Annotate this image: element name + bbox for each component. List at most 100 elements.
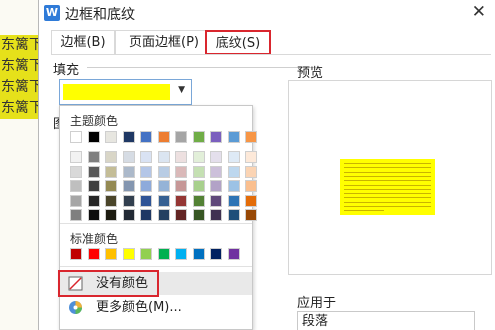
popup-divider	[60, 223, 252, 224]
theme-shade-swatch[interactable]	[157, 151, 170, 163]
theme-shade-swatch[interactable]	[140, 165, 152, 178]
theme-shade-swatch[interactable]	[245, 209, 257, 221]
theme-color-swatch[interactable]	[175, 131, 187, 143]
theme-shade-swatch[interactable]	[122, 209, 135, 221]
apply-to-label: 应用于	[297, 296, 337, 311]
theme-shade-swatch[interactable]	[210, 180, 222, 192]
theme-colors-heading: 主题颜色	[70, 114, 119, 128]
theme-shade-swatch[interactable]	[122, 165, 135, 178]
preview-text-line	[344, 171, 431, 173]
standard-color-swatch[interactable]	[105, 248, 117, 260]
standard-color-swatch[interactable]	[157, 248, 170, 260]
theme-shade-swatch[interactable]	[70, 209, 82, 221]
theme-shade-swatch[interactable]	[87, 180, 100, 192]
standard-color-swatch[interactable]	[70, 248, 82, 260]
theme-shade-swatch[interactable]	[140, 194, 152, 207]
color-wheel-icon	[69, 301, 82, 314]
theme-shade-swatch[interactable]	[157, 194, 170, 207]
fill-group-divider	[87, 67, 319, 68]
theme-shade-swatch[interactable]	[245, 151, 257, 163]
theme-shade-swatch[interactable]	[87, 151, 100, 163]
theme-shade-swatch[interactable]	[245, 165, 257, 178]
theme-shade-swatch[interactable]	[87, 209, 100, 221]
theme-shade-swatch[interactable]	[105, 165, 117, 178]
theme-shade-swatch[interactable]	[70, 180, 82, 192]
standard-color-swatch[interactable]	[87, 248, 100, 260]
theme-shade-swatch[interactable]	[87, 194, 100, 207]
theme-shade-swatch[interactable]	[105, 209, 117, 221]
document-line: 东篱下	[0, 98, 40, 119]
theme-color-swatch[interactable]	[105, 131, 117, 143]
dialog-titlebar[interactable]: W 边框和底纹 ✕	[39, 0, 495, 28]
theme-shade-swatch[interactable]	[157, 209, 170, 221]
theme-shade-swatch[interactable]	[87, 165, 100, 178]
standard-color-swatch[interactable]	[227, 248, 240, 260]
theme-shade-swatch[interactable]	[105, 151, 117, 163]
document-line: 东篱下	[0, 35, 40, 56]
theme-shade-swatch[interactable]	[227, 151, 240, 163]
theme-color-swatch[interactable]	[210, 131, 222, 143]
standard-color-swatch[interactable]	[192, 248, 205, 260]
theme-shade-swatch[interactable]	[175, 151, 187, 163]
standard-color-swatch[interactable]	[140, 248, 152, 260]
standard-color-swatch[interactable]	[175, 248, 187, 260]
standard-color-swatch[interactable]	[122, 248, 135, 260]
theme-shade-swatch[interactable]	[227, 209, 240, 221]
theme-shade-swatch[interactable]	[157, 180, 170, 192]
theme-shade-swatch[interactable]	[175, 180, 187, 192]
fill-color-dropdown[interactable]: ▼	[59, 79, 192, 105]
theme-color-swatch[interactable]	[70, 131, 82, 143]
theme-shade-swatch[interactable]	[210, 165, 222, 178]
close-icon[interactable]: ✕	[472, 2, 486, 22]
theme-shade-swatch[interactable]	[245, 194, 257, 207]
color-picker-popup: 主题颜色 标准颜色 没有颜色 更多颜色(M)...	[58, 105, 257, 330]
theme-shade-swatch[interactable]	[70, 194, 82, 207]
more-colors-option[interactable]: 更多颜色(M)...	[60, 296, 252, 319]
theme-shade-swatch[interactable]	[122, 180, 135, 192]
theme-shade-swatch[interactable]	[192, 180, 205, 192]
apply-to-select[interactable]: 段落	[297, 311, 475, 330]
theme-shade-swatch[interactable]	[227, 180, 240, 192]
theme-shade-swatch[interactable]	[245, 180, 257, 192]
theme-shade-swatch[interactable]	[175, 165, 187, 178]
popup-divider	[60, 266, 252, 267]
theme-shade-swatch[interactable]	[210, 151, 222, 163]
preview-text-line	[344, 163, 431, 164]
theme-shade-swatch[interactable]	[157, 165, 170, 178]
theme-shade-swatch[interactable]	[175, 194, 187, 207]
theme-shade-swatch[interactable]	[105, 180, 117, 192]
theme-shade-swatch[interactable]	[192, 209, 205, 221]
theme-shade-swatch[interactable]	[227, 194, 240, 207]
tab-shading[interactable]: 底纹(S)	[205, 30, 271, 55]
theme-shade-swatch[interactable]	[192, 151, 205, 163]
standard-color-swatch[interactable]	[210, 248, 222, 260]
theme-shade-swatch[interactable]	[70, 151, 82, 163]
theme-shade-swatch[interactable]	[70, 165, 82, 178]
theme-color-swatch[interactable]	[87, 131, 100, 143]
theme-color-swatch[interactable]	[157, 131, 170, 143]
theme-color-swatch[interactable]	[122, 131, 135, 143]
theme-shade-swatch[interactable]	[192, 194, 205, 207]
no-color-option[interactable]: 没有颜色	[58, 270, 252, 297]
preview-label: 预览	[297, 66, 324, 81]
theme-shade-swatch[interactable]	[210, 194, 222, 207]
fill-label: 填充	[53, 63, 80, 78]
tab-page-border[interactable]: 页面边框(P)	[115, 30, 213, 55]
tab-bar: 边框(B) 页面边框(P) 底纹(S)	[39, 28, 495, 55]
theme-shade-swatch[interactable]	[227, 165, 240, 178]
theme-shade-swatch[interactable]	[122, 151, 135, 163]
theme-shade-swatch[interactable]	[210, 209, 222, 221]
theme-color-swatch[interactable]	[140, 131, 152, 143]
theme-shade-swatch[interactable]	[140, 180, 152, 192]
theme-color-swatch[interactable]	[245, 131, 257, 143]
theme-shade-swatch[interactable]	[140, 209, 152, 221]
theme-shade-swatch[interactable]	[140, 151, 152, 163]
preview-text-line	[344, 206, 431, 207]
theme-color-swatch[interactable]	[227, 131, 240, 143]
theme-shade-swatch[interactable]	[122, 194, 135, 207]
theme-color-swatch[interactable]	[192, 131, 205, 143]
theme-shade-swatch[interactable]	[105, 194, 117, 207]
theme-shade-swatch[interactable]	[192, 165, 205, 178]
tab-borders[interactable]: 边框(B)	[51, 30, 115, 55]
theme-shade-swatch[interactable]	[175, 209, 187, 221]
